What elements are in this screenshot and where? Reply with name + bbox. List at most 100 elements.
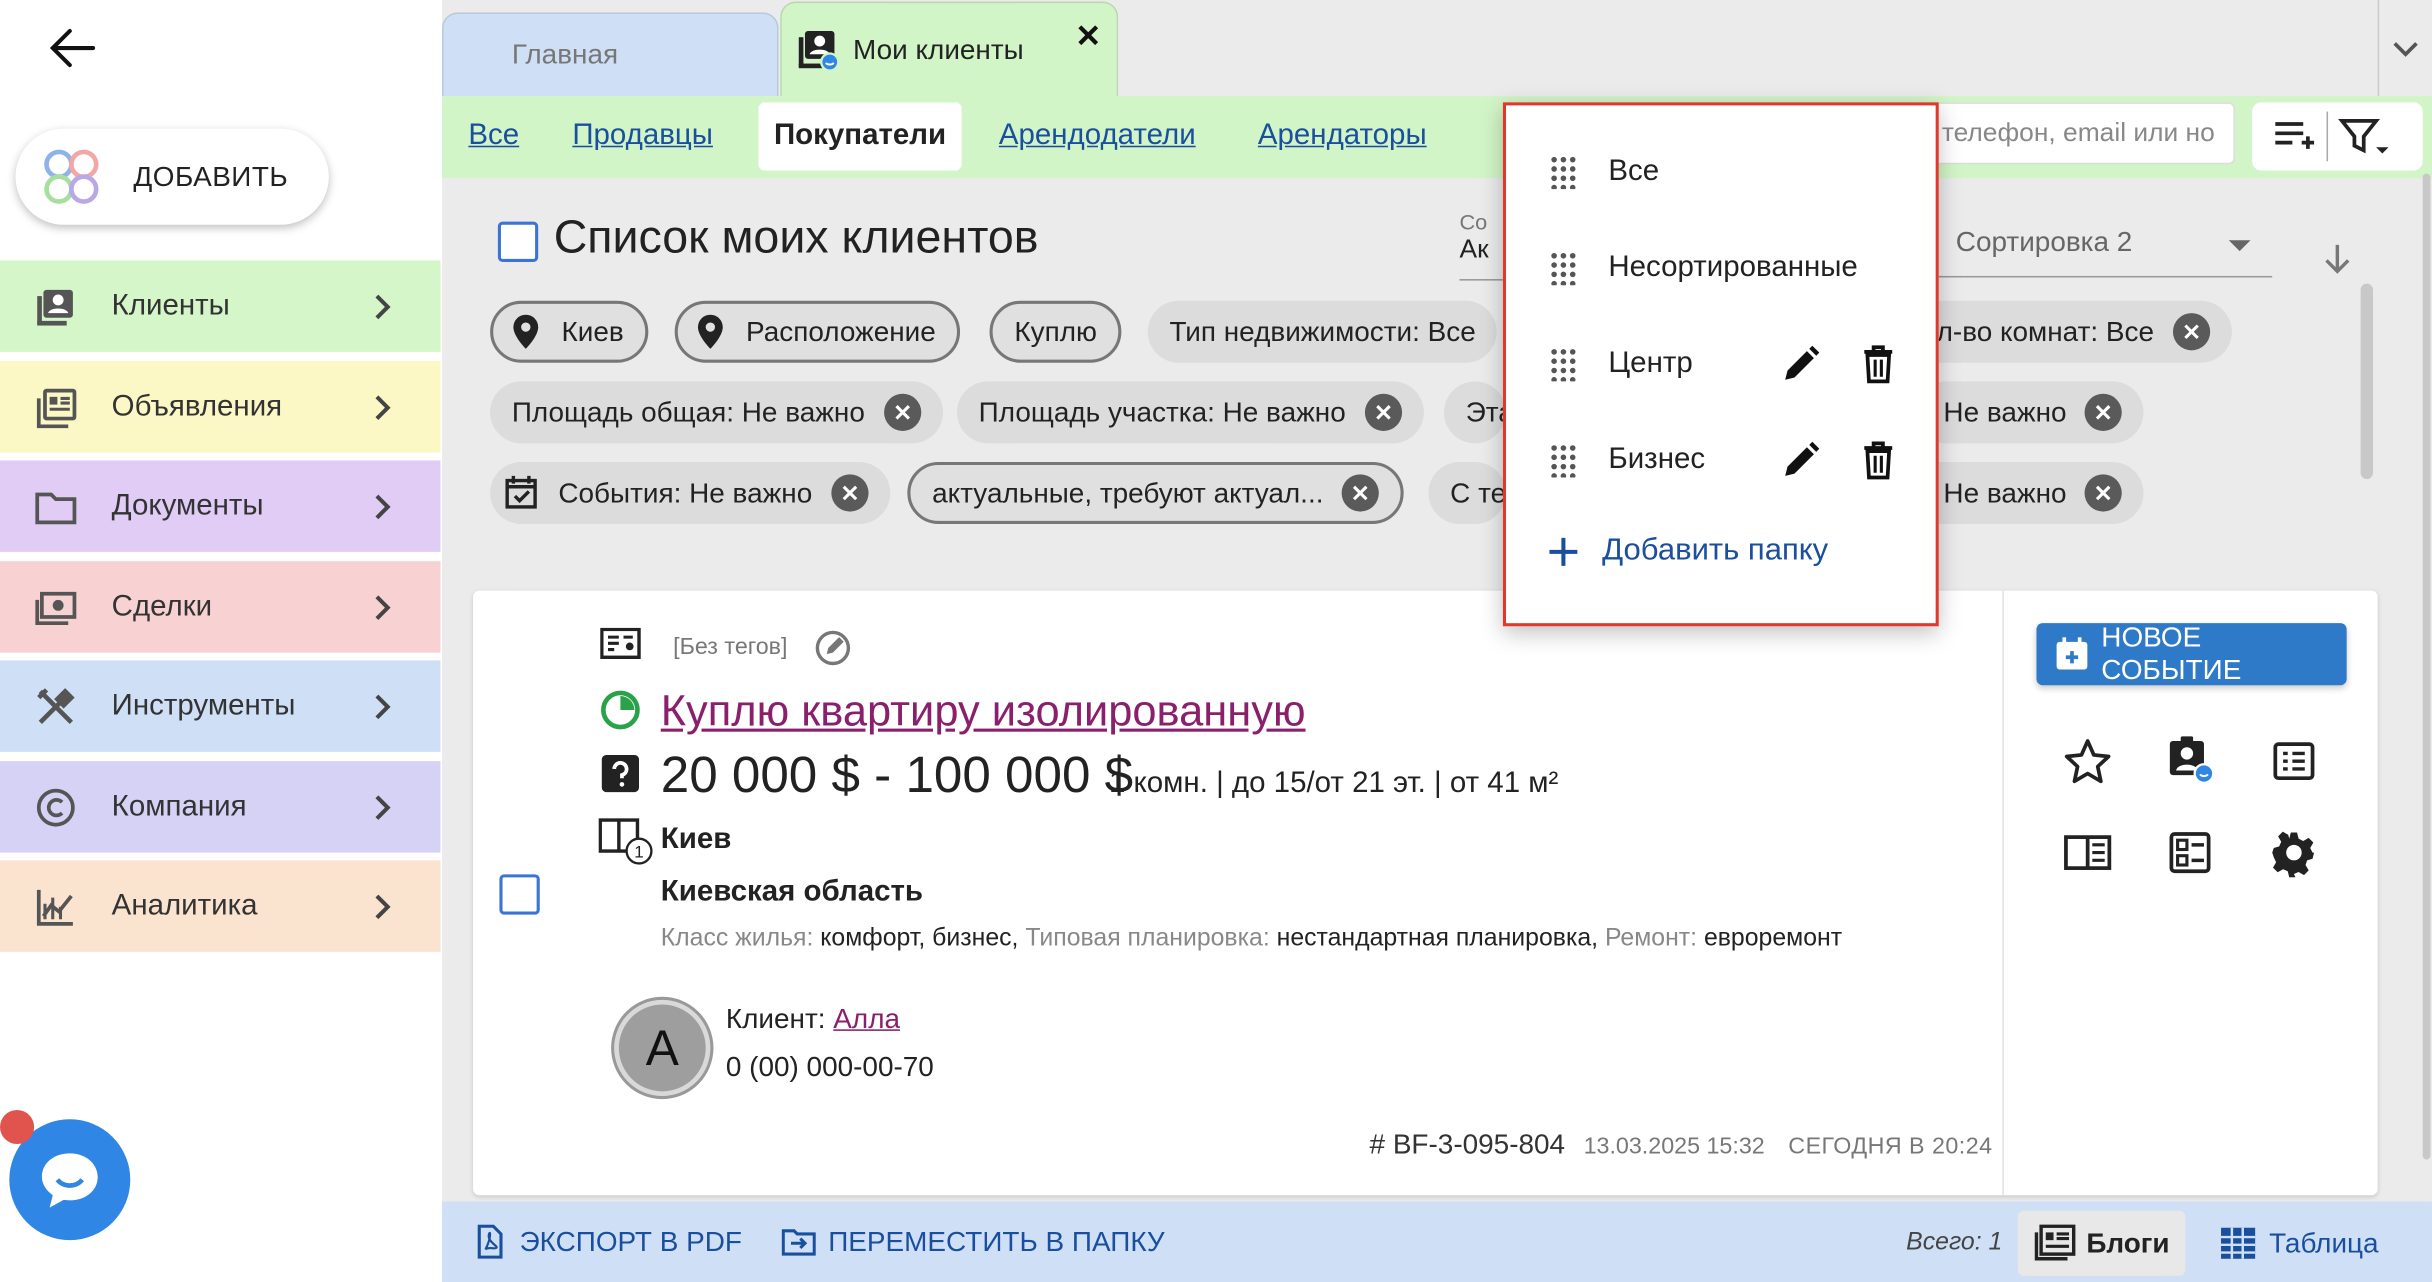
sidebar-item-tools[interactable]: Инструменты: [0, 660, 441, 757]
star-icon[interactable]: [2063, 736, 2113, 786]
edit-pencil-icon[interactable]: [1781, 344, 1821, 384]
chips-scrollbar[interactable]: [2360, 283, 2374, 480]
chip-total-area[interactable]: Площадь общая: Не важно: [490, 381, 943, 444]
filter-tab-tenants[interactable]: Арендаторы: [1258, 102, 1427, 170]
select-all-checkbox[interactable]: [497, 221, 539, 262]
clients-icon: [37, 289, 73, 325]
filter-tab-all[interactable]: Все: [468, 102, 519, 170]
page-scrollbar[interactable]: [2422, 173, 2431, 1160]
chip-label: Площадь общая: Не важно: [511, 396, 865, 428]
chip-city[interactable]: Киев: [490, 300, 649, 363]
filter-tab-landlords[interactable]: Арендодатели: [999, 102, 1196, 170]
blogs-view-icon: [2034, 1224, 2076, 1261]
folder-item-business[interactable]: Бизнес: [1506, 412, 1936, 508]
chip-property-type[interactable]: Тип недвижимости: Все: [1147, 300, 1498, 363]
chip-plot-area[interactable]: Площадь участка: Не важно: [956, 381, 1424, 444]
remove-chip-icon[interactable]: [830, 474, 869, 512]
sidebar-item-documents[interactable]: Документы: [0, 460, 441, 557]
client-profile-icon[interactable]: [2165, 735, 2215, 785]
chip-label: События: Не важно: [558, 476, 813, 508]
chip-label: актуальные, требуют актуал...: [932, 476, 1324, 508]
copyright-icon: [36, 787, 75, 826]
delete-trash-icon[interactable]: [1858, 344, 1898, 384]
remove-chip-icon[interactable]: [2085, 474, 2123, 512]
delete-trash-icon[interactable]: [1858, 440, 1898, 480]
chip-phone-filter[interactable]: С те: [1428, 461, 1507, 524]
view-blogs-button[interactable]: Блоги: [2017, 1210, 2186, 1276]
location-pin-icon: [697, 314, 723, 349]
search-input[interactable]: телефон, email или но: [1930, 102, 2235, 165]
main-area: Главная Мои клиенты ✕ Все Продавцы Покуп…: [442, 0, 2432, 1282]
chevron-right-icon: [375, 394, 391, 420]
sidebar-item-clients[interactable]: Клиенты: [0, 260, 441, 357]
chip-deal-type[interactable]: Куплю: [989, 300, 1122, 363]
sidebar-item-analytics[interactable]: Аналитика: [0, 860, 441, 957]
chip-label: Тип недвижимости: Все: [1169, 315, 1476, 347]
add-folder-button[interactable]: Добавить папку: [1546, 533, 1828, 569]
drag-handle-icon[interactable]: [1549, 155, 1577, 190]
tab-my-clients[interactable]: Мои клиенты ✕: [780, 1, 1119, 97]
folder-item-unsorted[interactable]: Несортированные: [1506, 220, 1936, 316]
move-to-folder-button[interactable]: ПЕРЕМЕСТИТЬ В ПАПКУ: [781, 1201, 1165, 1282]
add-filter-icon[interactable]: [2271, 116, 2318, 156]
client-phone: 0 (00) 000-00-70: [725, 1051, 934, 1083]
book-view-icon[interactable]: [2063, 828, 2113, 878]
page-title: Список моих клиентов: [553, 212, 1039, 264]
sort-direction-icon[interactable]: [2319, 240, 2356, 277]
details-card-icon[interactable]: [2165, 828, 2215, 878]
edit-tags-icon[interactable]: [813, 628, 853, 668]
chip-location[interactable]: Расположение: [674, 300, 961, 363]
created-date: 13.03.2025 15:32: [1583, 1133, 1765, 1160]
export-pdf-label: ЭКСПОРТ В PDF: [519, 1225, 742, 1257]
chip-label: ол-во комнат: Все: [1921, 315, 2154, 347]
new-event-button[interactable]: НОВОЕ СОБЫТИЕ: [2036, 622, 2347, 686]
back-arrow-icon[interactable]: [47, 25, 97, 72]
remove-chip-icon[interactable]: [2085, 393, 2123, 431]
folder-item-center[interactable]: Центр: [1506, 316, 1936, 412]
remove-chip-icon[interactable]: [1342, 474, 1380, 512]
chip-label: : Не важно: [1927, 476, 2067, 508]
drag-handle-icon[interactable]: [1549, 347, 1577, 382]
sidebar-item-label: Инструменты: [111, 689, 296, 722]
sort-2-label: Сортировка 2: [1955, 226, 2133, 258]
drag-handle-icon[interactable]: [1549, 251, 1577, 286]
chip-status[interactable]: актуальные, требуют актуал...: [907, 461, 1405, 524]
deal-title-link[interactable]: Куплю квартиру изолированную: [661, 687, 1306, 737]
drag-handle-icon[interactable]: [1549, 443, 1577, 478]
filter-tools: [2252, 102, 2423, 171]
chevron-right-icon: [375, 794, 391, 820]
filter-tab-buyers[interactable]: Покупатели: [758, 102, 962, 171]
folder-item-all[interactable]: Все: [1506, 124, 1936, 220]
client-name-link[interactable]: Алла: [833, 1003, 900, 1034]
add-button[interactable]: ДОБАВИТЬ: [15, 128, 329, 225]
remove-chip-icon[interactable]: [1364, 393, 1402, 431]
chip-other[interactable]: Не важно: [1915, 381, 2145, 444]
filter-dropdown-icon[interactable]: [2337, 115, 2390, 158]
export-pdf-button[interactable]: ЭКСПОРТ В PDF: [473, 1201, 742, 1282]
tab-my-clients-label: Мои клиенты: [853, 33, 1024, 65]
sort-2-select[interactable]: Сортировка 2: [1934, 209, 2273, 278]
view-table-button[interactable]: Таблица: [2219, 1211, 2379, 1276]
dropdown-triangle-icon: [2228, 240, 2251, 252]
close-tab-icon[interactable]: ✕: [1075, 17, 1101, 56]
sidebar-item-deals[interactable]: Сделки: [0, 561, 441, 658]
chevron-down-icon: [2393, 42, 2418, 57]
edit-pencil-icon[interactable]: [1781, 440, 1821, 480]
sidebar-item-listings[interactable]: Объявления: [0, 361, 441, 458]
chip-floor[interactable]: Эта: [1443, 381, 1507, 444]
remove-chip-icon[interactable]: [2172, 313, 2210, 351]
filter-tab-sellers[interactable]: Продавцы: [572, 102, 713, 170]
summary-icon[interactable]: [2269, 736, 2319, 786]
sidebar-item-company[interactable]: Компания: [0, 761, 441, 858]
tools-icon: [37, 687, 75, 724]
chevron-right-icon: [375, 293, 391, 319]
remove-chip-icon[interactable]: [883, 393, 921, 431]
view-table-label: Таблица: [2269, 1226, 2379, 1258]
tab-home[interactable]: Главная: [442, 12, 779, 97]
chip-events[interactable]: События: Не важно: [490, 461, 890, 524]
chip-other-2[interactable]: : Не важно: [1906, 461, 2145, 524]
chat-bubble-icon: [41, 1153, 98, 1208]
tabs-dropdown-button[interactable]: [2377, 0, 2432, 97]
card-checkbox[interactable]: [499, 874, 540, 915]
settings-gear-icon[interactable]: [2269, 828, 2319, 878]
